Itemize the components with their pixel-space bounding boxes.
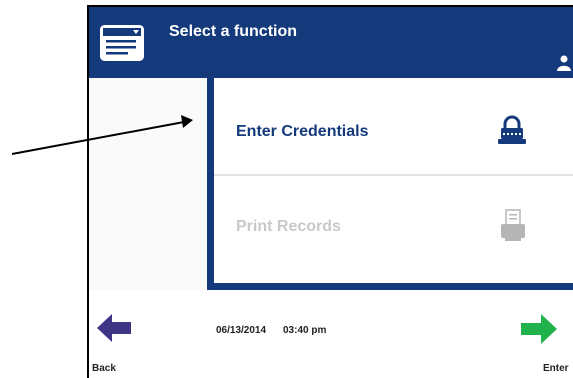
enter-arrow-icon[interactable]	[521, 314, 557, 344]
back-arrow-icon[interactable]	[97, 314, 131, 342]
device-screen: Select a function Enter Credentials Prin…	[87, 5, 573, 378]
function-panel: Enter Credentials Print Records	[207, 78, 573, 290]
lock-icon	[498, 115, 526, 144]
print-records-label: Print Records	[236, 218, 341, 235]
print-records-option[interactable]: Print Records	[214, 176, 573, 283]
user-icon	[557, 55, 571, 71]
printer-icon	[501, 209, 525, 241]
menu-card-icon[interactable]	[99, 24, 145, 62]
enter-button-label[interactable]: Enter	[543, 363, 569, 374]
header-bar: Select a function	[89, 7, 573, 78]
page-title: Select a function	[169, 23, 298, 40]
left-pane	[89, 78, 207, 290]
back-button-label[interactable]: Back	[92, 363, 116, 374]
footer-bar: Back 06/13/2014 03:40 pm Enter	[89, 290, 573, 378]
enter-credentials-option[interactable]: Enter Credentials	[214, 78, 573, 176]
time-display: 03:40 pm	[283, 325, 327, 336]
date-display: 06/13/2014	[216, 325, 267, 336]
enter-credentials-label: Enter Credentials	[236, 123, 369, 140]
